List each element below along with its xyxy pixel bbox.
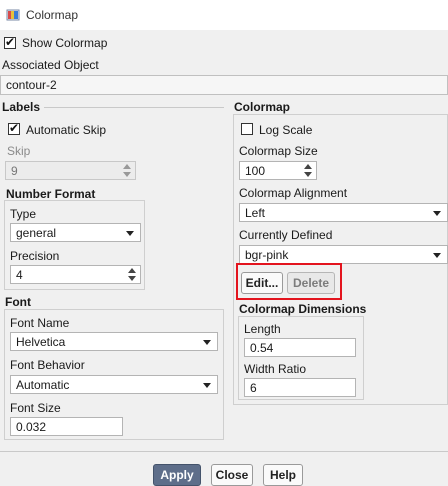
- font-name-dropdown[interactable]: Helvetica: [10, 332, 218, 351]
- delete-button[interactable]: Delete: [287, 272, 335, 294]
- bottom-separator: [0, 451, 448, 452]
- length-field[interactable]: 0.54: [244, 338, 356, 357]
- colormap-size-spinner[interactable]: 100: [239, 161, 317, 180]
- checkmark-icon: ✔: [5, 35, 16, 49]
- width-ratio-label: Width Ratio: [244, 362, 307, 376]
- currently-defined-dropdown[interactable]: bgr-pink: [239, 245, 448, 264]
- associated-object-field[interactable]: contour-2: [0, 75, 448, 95]
- automatic-skip-checkbox[interactable]: ✔: [8, 121, 20, 135]
- edit-button[interactable]: Edit...: [241, 272, 283, 294]
- colormap-alignment-value: Left: [245, 206, 266, 220]
- skip-spinner[interactable]: 9: [5, 161, 136, 180]
- colormap-alignment-dropdown[interactable]: Left: [239, 203, 448, 222]
- window-title: Colormap: [26, 8, 79, 22]
- currently-defined-value: bgr-pink: [245, 248, 289, 262]
- checkmark-icon: ✔: [9, 121, 20, 135]
- colormap-dimensions-heading: Colormap Dimensions: [239, 302, 367, 316]
- automatic-skip-label: Automatic Skip: [26, 123, 107, 137]
- precision-spinner[interactable]: 4: [10, 265, 141, 284]
- chevron-down-icon: [126, 231, 134, 236]
- log-scale-label: Log Scale: [259, 123, 313, 137]
- font-name-label: Font Name: [10, 316, 70, 330]
- chevron-down-icon: [203, 383, 211, 388]
- type-label: Type: [10, 207, 37, 221]
- colormap-size-value: 100: [245, 164, 266, 178]
- font-size-field[interactable]: 0.032: [10, 417, 123, 436]
- chevron-down-icon: [203, 340, 211, 345]
- font-behavior-dropdown[interactable]: Automatic: [10, 375, 218, 394]
- font-size-value: 0.032: [16, 420, 47, 434]
- labels-heading: Labels: [2, 100, 41, 114]
- title-bar: Colormap: [0, 0, 448, 30]
- show-colormap-checkbox[interactable]: ✔: [4, 35, 16, 49]
- spinner-arrows-icon[interactable]: [128, 267, 137, 283]
- chevron-down-icon: [433, 253, 441, 258]
- spinner-arrows-icon[interactable]: [304, 163, 313, 179]
- precision-label: Precision: [10, 249, 60, 263]
- show-colormap-label: Show Colormap: [22, 36, 108, 50]
- length-value: 0.54: [250, 341, 274, 355]
- spinner-arrows-icon[interactable]: [123, 163, 132, 179]
- colormap-app-icon: [6, 9, 20, 21]
- skip-label: Skip: [7, 144, 31, 158]
- font-size-label: Font Size: [10, 401, 61, 415]
- width-ratio-field[interactable]: 6: [244, 378, 356, 397]
- labels-separator: [44, 107, 224, 108]
- font-behavior-label: Font Behavior: [10, 358, 85, 372]
- length-label: Length: [244, 322, 281, 336]
- type-value: general: [16, 226, 57, 240]
- chevron-down-icon: [433, 211, 441, 216]
- log-scale-checkbox[interactable]: [241, 123, 253, 135]
- font-behavior-value: Automatic: [16, 378, 70, 392]
- associated-object-value: contour-2: [6, 78, 57, 92]
- colormap-heading: Colormap: [234, 100, 291, 114]
- currently-defined-label: Currently Defined: [239, 228, 333, 242]
- type-dropdown[interactable]: general: [10, 223, 141, 242]
- number-format-heading: Number Format: [6, 187, 96, 201]
- colormap-size-label: Colormap Size: [239, 144, 318, 158]
- associated-object-label: Associated Object: [2, 58, 99, 72]
- colormap-alignment-label: Colormap Alignment: [239, 186, 348, 200]
- width-ratio-value: 6: [250, 381, 257, 395]
- font-name-value: Helvetica: [16, 335, 66, 349]
- skip-value: 9: [11, 164, 18, 178]
- precision-value: 4: [16, 268, 23, 282]
- font-heading: Font: [5, 295, 31, 309]
